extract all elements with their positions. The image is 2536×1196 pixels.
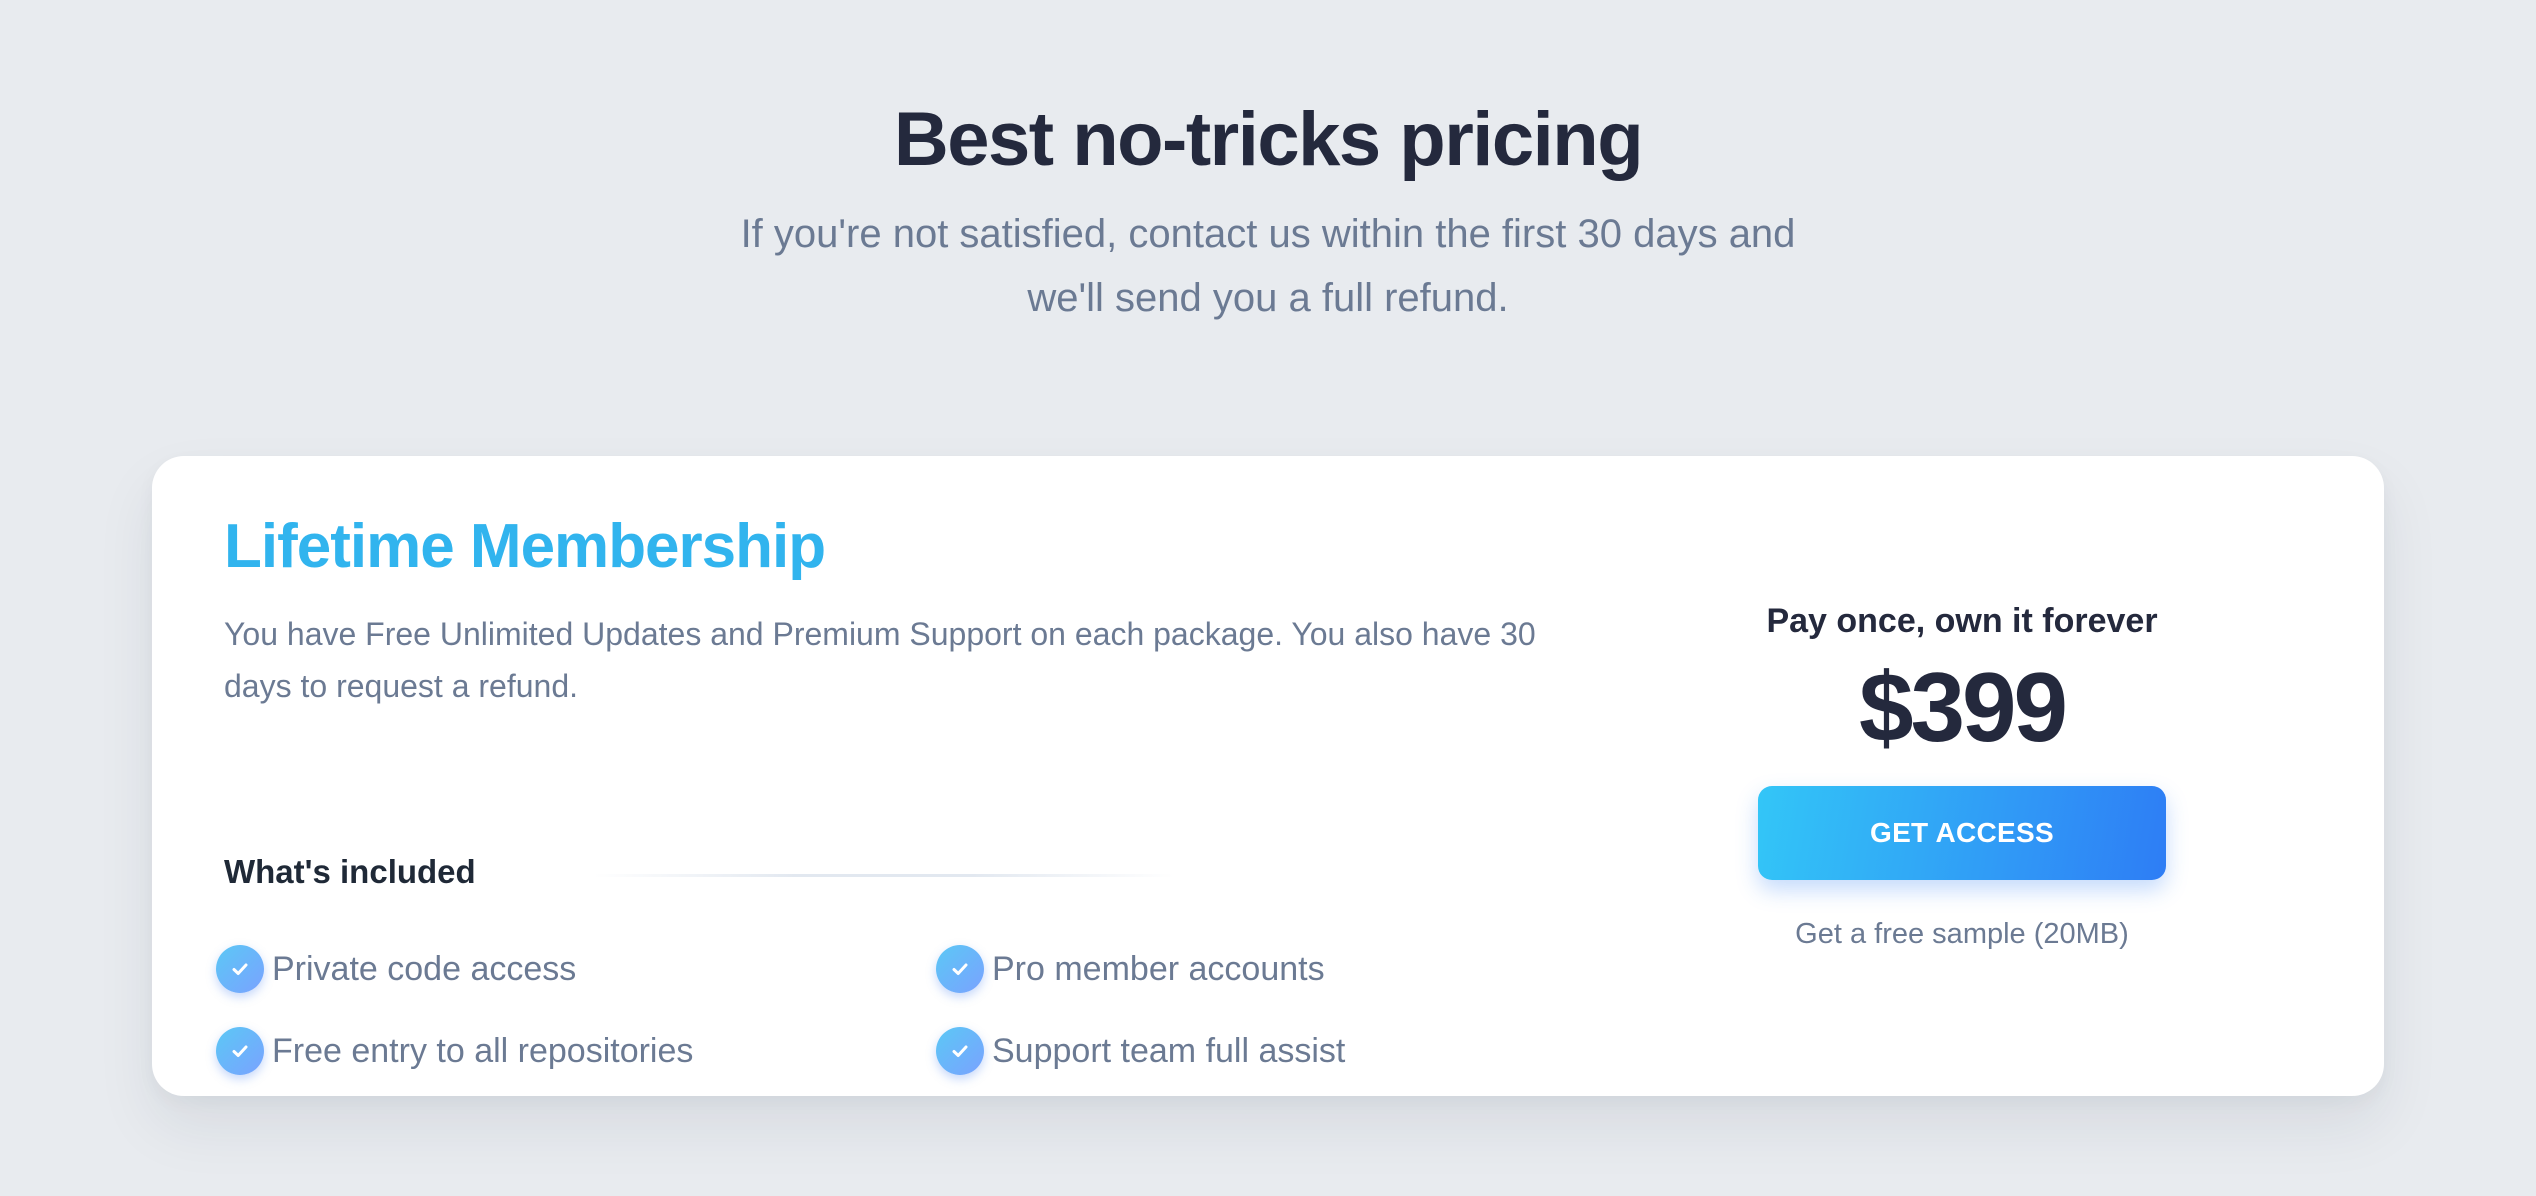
feature-item: Pro member accounts <box>936 944 1416 994</box>
plan-description: You have Free Unlimited Updates and Prem… <box>224 616 1536 704</box>
price-amount: $399 <box>1858 652 2068 762</box>
included-label: What's included <box>224 853 476 890</box>
feature-label: Support team full assist <box>992 1032 1346 1070</box>
get-access-button[interactable]: GET ACCESS <box>1758 786 2166 880</box>
plan-name: Lifetime Membership <box>224 512 826 581</box>
page-title: Best no-tricks pricing <box>893 97 1644 182</box>
page-subtitle: If you're not satisfied, contact us with… <box>740 212 1796 320</box>
feature-label: Pro member accounts <box>992 950 1325 988</box>
feature-list: Private code access Pro member accounts … <box>216 944 1416 1076</box>
feature-label: Private code access <box>272 950 577 988</box>
divider <box>594 874 1174 877</box>
price-caption: Pay once, own it forever <box>1766 602 2158 640</box>
included-section-header: What's included <box>224 848 1324 896</box>
check-icon <box>936 945 984 993</box>
check-icon <box>936 1027 984 1075</box>
feature-item: Free entry to all repositories <box>216 1026 936 1076</box>
price-panel: Pay once, own it forever $399 GET ACCESS… <box>1752 596 2172 954</box>
pricing-card: Lifetime Membership You have Free Unlimi… <box>152 456 2384 1096</box>
check-icon <box>216 1027 264 1075</box>
feature-label: Free entry to all repositories <box>272 1032 694 1070</box>
feature-item: Support team full assist <box>936 1026 1416 1076</box>
check-icon <box>216 945 264 993</box>
free-sample-link[interactable]: Get a free sample (20MB) <box>1752 914 2172 954</box>
plan-details: Lifetime Membership You have Free Unlimi… <box>216 504 1604 1075</box>
pricing-header: Best no-tricks pricing If you're not sat… <box>0 92 2536 330</box>
feature-item: Private code access <box>216 944 936 994</box>
